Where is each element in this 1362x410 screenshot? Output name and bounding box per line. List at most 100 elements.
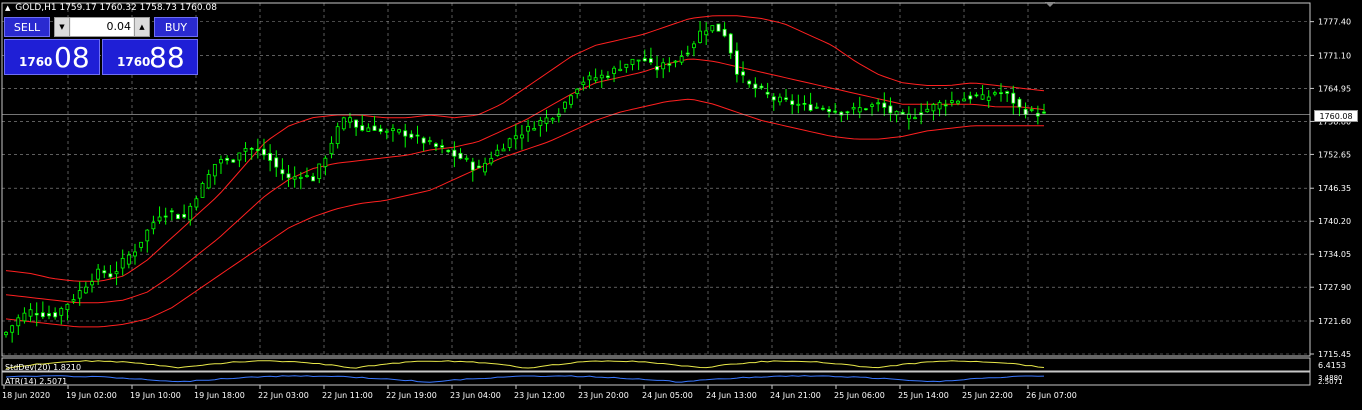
chart-title: ▲ GOLD,H1 1759.17 1760.32 1758.73 1760.0… (5, 3, 217, 13)
stddev-window (1, 357, 1311, 372)
candle-body (1005, 91, 1010, 94)
y-tick-label: 1727.90 (1318, 283, 1351, 292)
candle-body (169, 210, 174, 213)
candle-body (876, 102, 881, 105)
candle-body (900, 112, 905, 115)
candle-body (378, 128, 383, 132)
candle-body (882, 102, 887, 108)
candle-body (397, 129, 401, 133)
candle-body (452, 149, 457, 157)
candle-body (624, 63, 629, 68)
candle-body (827, 109, 831, 113)
candle-body (1029, 109, 1034, 111)
price-chart[interactable]: 1777.401771.101764.951758.801752.651746.… (0, 0, 1362, 410)
candle-body (544, 117, 549, 124)
candle-body (741, 71, 745, 76)
candle-body (200, 183, 205, 198)
x-tick-label: 25 Jun 14:00 (898, 391, 949, 400)
candle-body (477, 165, 481, 169)
collapse-triangle-icon[interactable]: ▲ (5, 4, 10, 12)
candle-body (323, 157, 328, 167)
buy-price-minor: 88 (149, 41, 185, 74)
candle-body (53, 312, 58, 318)
candle-body (360, 125, 365, 131)
symbol-ohlc-text: GOLD,H1 1759.17 1760.32 1758.73 1760.08 (15, 3, 217, 13)
lot-decrease-icon[interactable]: ▼ (55, 18, 70, 36)
candle-body (16, 317, 21, 327)
candle-body (489, 157, 494, 164)
candle-body (446, 149, 451, 153)
candle-body (237, 152, 242, 161)
candle-body (606, 75, 610, 78)
lot-increase-icon[interactable]: ▲ (134, 18, 149, 36)
candle-body (845, 111, 850, 114)
y-tick-label: 1715.45 (1318, 350, 1351, 359)
candle-body (777, 96, 782, 103)
chart-shift-icon (1045, 2, 1055, 7)
y-tick-label: 1740.20 (1318, 217, 1351, 226)
lot-size-stepper[interactable]: ▼ 0.04 ▲ (54, 17, 150, 37)
sell-price-button[interactable]: 1760 08 (4, 39, 100, 75)
candle-body (96, 268, 101, 280)
candle-body (587, 75, 592, 81)
candle-body (120, 257, 125, 269)
candle-body (163, 215, 168, 218)
candle-body (943, 104, 948, 107)
candle-body (931, 104, 936, 112)
candle-body (888, 105, 893, 114)
candle-body (354, 119, 358, 128)
buy-price-button[interactable]: 1760 88 (102, 39, 198, 75)
candle-body (569, 95, 573, 105)
candle-body (415, 134, 420, 137)
x-tick-label: 25 Jun 22:00 (962, 391, 1013, 400)
candle-body (311, 176, 316, 182)
candle-body (808, 104, 813, 111)
x-tick-label: 23 Jun 04:00 (450, 391, 501, 400)
candle-body (34, 313, 39, 316)
candle-body (661, 62, 666, 70)
x-tick-label: 23 Jun 12:00 (514, 391, 565, 400)
candle-body (618, 68, 623, 71)
x-tick-label: 18 Jun 2020 (2, 391, 50, 400)
candle-body (249, 148, 254, 150)
candle-body (182, 214, 187, 218)
lot-size-input[interactable]: 0.04 (71, 18, 133, 36)
candle-body (65, 303, 70, 311)
candle-body (630, 58, 635, 65)
candle-body (520, 134, 524, 139)
candle-body (802, 102, 807, 105)
one-click-trading-panel: SELL ▼ 0.04 ▲ BUY 1760 08 1760 88 (4, 17, 198, 75)
buy-button[interactable]: BUY (154, 17, 198, 37)
candle-body (913, 117, 917, 120)
candle-body (262, 148, 266, 156)
candle-body (71, 299, 76, 302)
candle-body (833, 110, 838, 113)
y-tick-label: 1777.40 (1318, 18, 1351, 27)
candle-body (421, 137, 426, 144)
candle-body (814, 106, 819, 109)
candle-body (999, 92, 1003, 95)
x-tick-label: 19 Jun 10:00 (130, 391, 181, 400)
y-tick-label: 1764.95 (1318, 84, 1351, 93)
candle-body (317, 163, 322, 179)
candle-body (1011, 92, 1016, 104)
candle-body (563, 101, 567, 109)
candle-body (575, 88, 580, 94)
candle-body (747, 80, 752, 85)
candle-body (581, 81, 586, 85)
candle-body (956, 100, 960, 104)
candle-body (1017, 98, 1022, 108)
candle-body (710, 25, 715, 32)
sell-button[interactable]: SELL (4, 17, 50, 37)
candle-body (145, 229, 150, 242)
candle-body (698, 30, 702, 43)
chart-frame (1, 2, 1311, 357)
candle-body (734, 50, 739, 75)
candle-body (427, 140, 432, 143)
candle-body (409, 133, 414, 138)
candle-body (784, 97, 788, 100)
candle-body (212, 164, 217, 177)
candle-body (513, 135, 518, 140)
atr-scale-bottom-label: 2.5071 (1318, 378, 1343, 386)
candle-body (384, 130, 389, 133)
